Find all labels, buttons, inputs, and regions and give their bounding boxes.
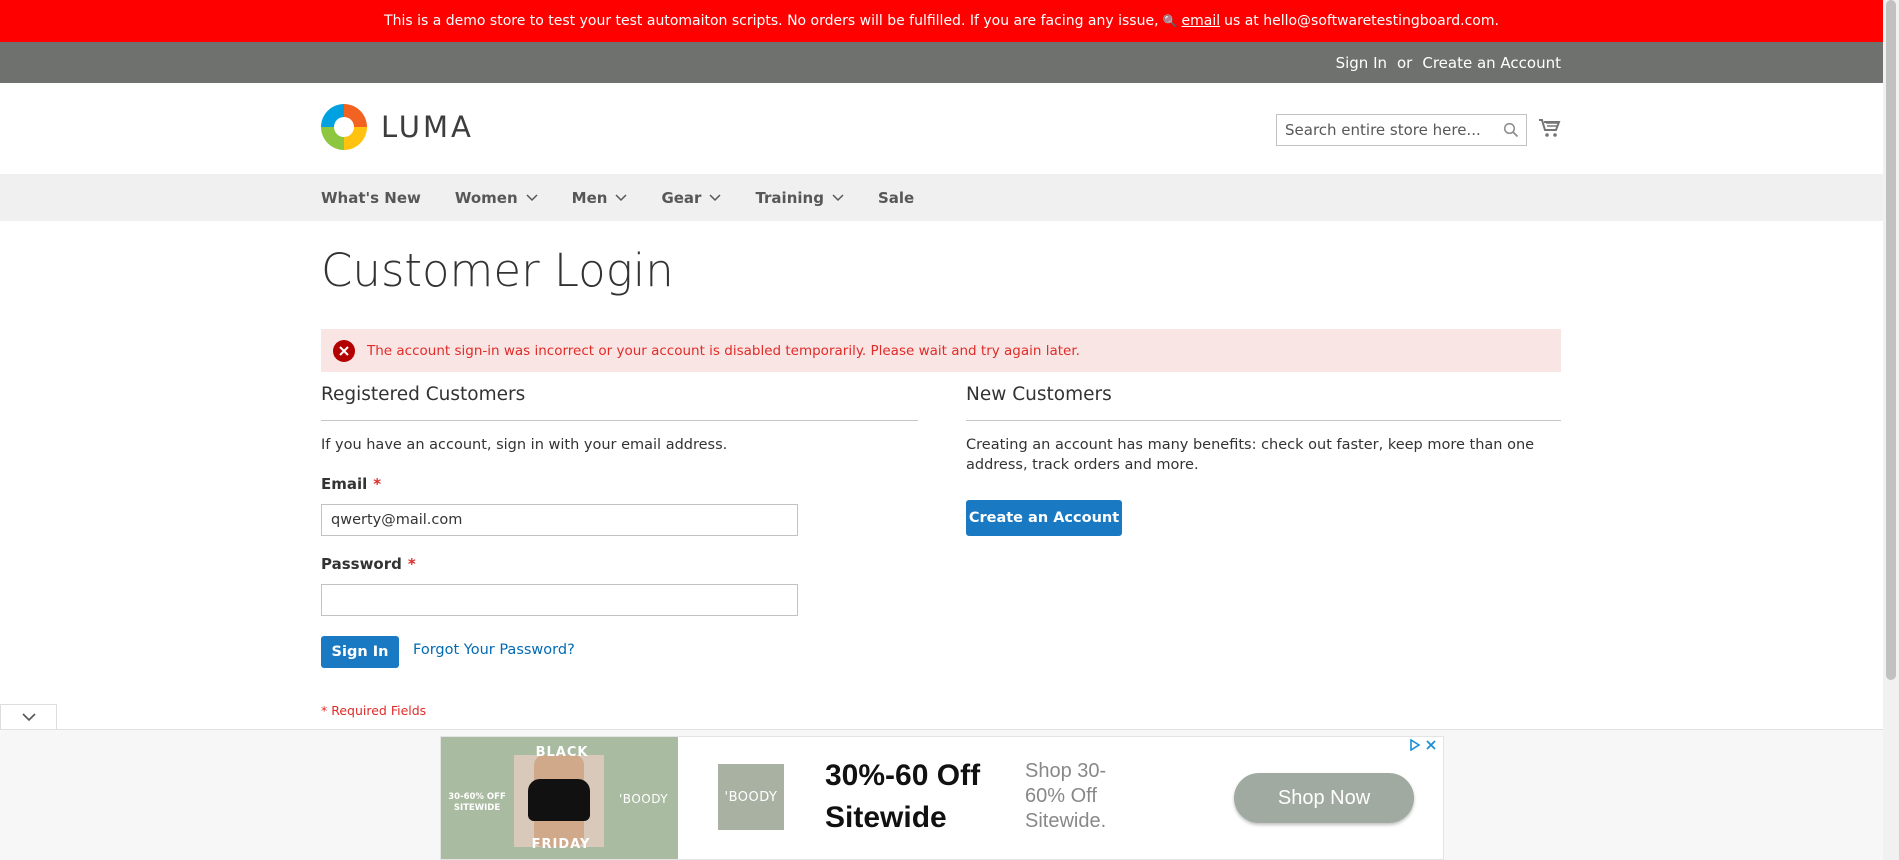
chevron-down-icon	[832, 193, 844, 201]
email-label-text: Email	[321, 475, 368, 493]
key-icon: 🔍	[1162, 14, 1178, 28]
nav-item-label: Men	[571, 188, 608, 207]
new-customers-intro: Creating an account has many benefits: c…	[966, 437, 1535, 473]
ad-headline: 30%-60 Off Sitewide	[825, 759, 981, 834]
ad-friday-text: FRIDAY	[531, 837, 591, 852]
ad-brand-logo: 'BOODY	[718, 764, 784, 830]
email-field[interactable]	[321, 504, 798, 536]
search-icon	[1503, 122, 1519, 138]
required-mark: *	[373, 475, 382, 493]
create-account-button[interactable]: Create an Account	[966, 500, 1122, 536]
chevron-down-icon	[526, 193, 538, 201]
password-label: Password *	[321, 555, 416, 573]
page-title: Customer Login	[321, 244, 674, 297]
header-links: Sign In or Create an Account	[1336, 42, 1561, 83]
ad-image-panel: BLACK FRIDAY 30-60% OFF SITEWIDE 'BOODY	[441, 737, 678, 859]
new-customers-title: New Customers	[966, 384, 1112, 405]
nav-item-label: Sale	[877, 188, 915, 207]
divider	[321, 420, 918, 421]
scrollbar-thumb[interactable]	[1886, 0, 1896, 680]
search-box	[1276, 114, 1527, 146]
demo-notice-bar: This is a demo store to test your test a…	[0, 0, 1883, 42]
error-text: The account sign-in was incorrect or you…	[367, 342, 1080, 359]
panel-header: Sign In or Create an Account	[0, 42, 1883, 83]
ad-brand-small: 'BOODY	[619, 792, 669, 806]
luma-logo-icon	[321, 104, 367, 150]
close-icon[interactable]	[1425, 739, 1437, 751]
forgot-password-link[interactable]: Forgot Your Password?	[413, 642, 575, 658]
demo-notice-after: us at hello@softwaretestingboard.com.	[1224, 13, 1499, 29]
chevron-down-icon	[615, 193, 627, 201]
demo-notice-text: This is a demo store to test your test a…	[384, 13, 1159, 29]
error-icon	[333, 339, 355, 362]
email-link[interactable]: email	[1181, 13, 1220, 29]
nav-item-gear[interactable]: Gear	[661, 189, 721, 207]
password-field[interactable]	[321, 584, 798, 616]
nav-item-label: What's New	[321, 188, 421, 207]
cart-icon[interactable]	[1538, 116, 1562, 140]
registered-customers-title: Registered Customers	[321, 384, 526, 405]
advertisement-banner[interactable]: BLACK FRIDAY 30-60% OFF SITEWIDE 'BOODY …	[440, 736, 1444, 860]
password-label-text: Password	[321, 555, 402, 573]
adchoices-icon[interactable]	[1409, 739, 1421, 751]
email-label: Email *	[321, 475, 381, 493]
header-or-separator: or	[1397, 53, 1413, 72]
ad-small-offer: 30-60% OFF SITEWIDE	[448, 792, 506, 813]
nav-item-whats-new[interactable]: What's New	[321, 189, 421, 207]
nav-item-label: Training	[755, 188, 824, 207]
ad-photo	[514, 755, 604, 847]
nav-item-women[interactable]: Women	[455, 189, 538, 207]
ad-black-text: BLACK	[535, 745, 589, 760]
ad-subtext: Shop 30-60% Off Sitewide.	[1025, 760, 1107, 832]
search-button[interactable]	[1496, 115, 1526, 145]
page-scrollbar[interactable]	[1883, 0, 1899, 860]
logo[interactable]: LUMA	[321, 104, 474, 150]
ad-shop-now-button[interactable]: Shop Now	[1234, 773, 1414, 823]
header-main: LUMA	[0, 83, 1883, 174]
nav-item-training[interactable]: Training	[755, 188, 844, 207]
divider	[966, 420, 1561, 421]
error-message: The account sign-in was incorrect or you…	[321, 329, 1561, 372]
sign-in-link[interactable]: Sign In	[1336, 54, 1387, 72]
sign-in-button[interactable]: Sign In	[321, 636, 399, 668]
nav-item-label: Gear	[661, 188, 702, 207]
ad-controls	[1409, 739, 1437, 751]
chevron-down-icon	[21, 713, 36, 722]
nav-item-sale[interactable]: Sale	[878, 189, 914, 207]
logo-text: LUMA	[381, 110, 474, 144]
registered-intro: If you have an account, sign in with you…	[321, 437, 728, 453]
nav-item-men[interactable]: Men	[572, 189, 628, 207]
ad-collapse-toggle[interactable]	[0, 704, 57, 730]
create-account-link[interactable]: Create an Account	[1422, 54, 1561, 72]
required-fields-note: * Required Fields	[321, 703, 427, 718]
nav-item-label: Women	[454, 188, 518, 207]
chevron-down-icon	[709, 193, 721, 201]
main-navigation: What's New Women Men Gear Training Sale	[0, 174, 1883, 221]
required-mark: *	[407, 555, 416, 573]
search-input[interactable]	[1277, 115, 1496, 145]
